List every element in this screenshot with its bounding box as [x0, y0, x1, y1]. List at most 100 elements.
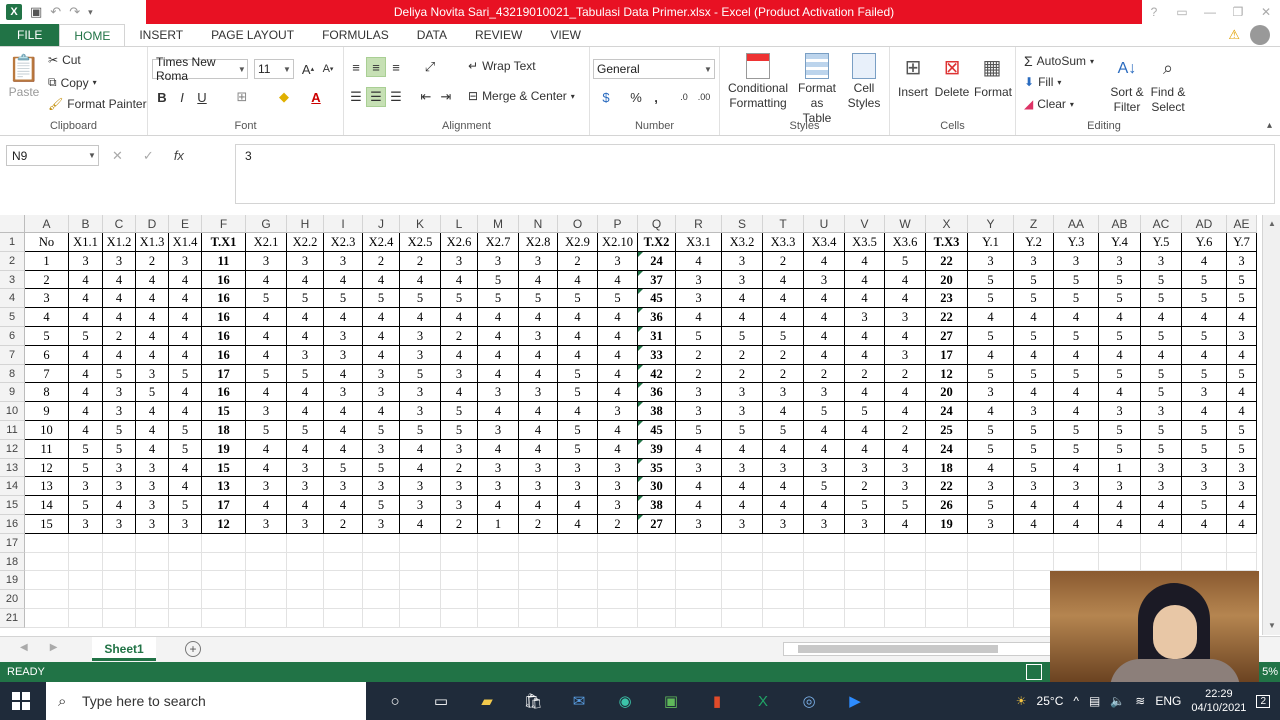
row-header[interactable]: 19 — [0, 571, 25, 591]
cell[interactable]: 5 — [1182, 289, 1227, 309]
taskbar-clock[interactable]: 22:29 04/10/2021 — [1191, 687, 1246, 715]
underline-button[interactable]: U — [192, 87, 212, 107]
cell[interactable]: 5 — [1141, 383, 1182, 403]
cell[interactable] — [69, 608, 103, 628]
cell[interactable]: 5 — [845, 496, 885, 515]
cell[interactable]: 4 — [287, 439, 324, 459]
cell[interactable] — [246, 571, 287, 591]
cell[interactable]: 5 — [1227, 439, 1257, 459]
cell[interactable]: 4 — [845, 326, 885, 346]
cell[interactable]: 3 — [598, 458, 638, 478]
cell[interactable]: 4 — [968, 308, 1014, 327]
cell[interactable]: 3 — [478, 420, 519, 440]
undo-icon[interactable]: ↶ — [50, 4, 61, 20]
customize-qat-icon[interactable]: ▾ — [88, 7, 93, 18]
font-name-select[interactable]: Times New Roma ▼ — [152, 55, 248, 83]
cell[interactable]: 3 — [676, 402, 722, 421]
cell[interactable]: 4 — [968, 345, 1014, 365]
tab-home[interactable]: HOME — [59, 24, 126, 47]
clear-button[interactable]: ◢ Clear ▾ — [1024, 97, 1074, 111]
cell[interactable]: 2 — [722, 364, 763, 384]
cell[interactable]: 3 — [558, 477, 598, 497]
cell[interactable]: 15 — [202, 458, 246, 478]
cell[interactable]: 5 — [558, 364, 598, 384]
fill-button[interactable]: ⬇ Fill ▾ — [1024, 75, 1061, 89]
cell[interactable]: 4 — [1099, 308, 1141, 327]
cell[interactable]: 3 — [804, 270, 845, 290]
cell[interactable]: 5 — [169, 439, 202, 459]
cell[interactable] — [287, 533, 324, 553]
cell[interactable]: 5 — [69, 439, 103, 459]
align-top-icon[interactable]: ≡ — [346, 57, 366, 77]
cell[interactable]: 4 — [1099, 383, 1141, 403]
cell[interactable]: 5 — [1099, 420, 1141, 440]
cell[interactable]: 4 — [478, 496, 519, 515]
cell[interactable]: 4 — [324, 420, 363, 440]
cell[interactable]: 4 — [763, 270, 804, 290]
cell[interactable]: 13 — [25, 477, 69, 497]
cell[interactable]: 3 — [400, 345, 441, 365]
cell[interactable] — [638, 552, 676, 572]
cell[interactable]: 19 — [926, 514, 968, 534]
chrome-icon[interactable]: ◎ — [786, 682, 832, 720]
cell[interactable]: 3 — [478, 383, 519, 403]
cell[interactable]: 7 — [25, 364, 69, 384]
cell[interactable] — [519, 571, 558, 591]
cell[interactable]: 4 — [598, 439, 638, 459]
cell[interactable]: 4 — [169, 477, 202, 497]
cell[interactable] — [246, 552, 287, 572]
cell[interactable]: 36 — [638, 383, 676, 403]
cell[interactable]: 4 — [69, 289, 103, 309]
cell[interactable]: 35 — [638, 458, 676, 478]
cell[interactable] — [968, 571, 1014, 591]
cell[interactable]: 4 — [169, 345, 202, 365]
cell[interactable]: 3 — [246, 514, 287, 534]
cell[interactable]: 4 — [519, 402, 558, 421]
cell[interactable]: 4 — [1182, 251, 1227, 271]
cell[interactable] — [558, 533, 598, 553]
cell[interactable]: 31 — [638, 326, 676, 346]
cell[interactable]: 3 — [400, 326, 441, 346]
cell[interactable]: 5 — [69, 496, 103, 515]
cell[interactable]: 3 — [598, 496, 638, 515]
column-header[interactable]: E — [169, 215, 202, 233]
cell[interactable] — [763, 552, 804, 572]
cell[interactable]: 4 — [845, 270, 885, 290]
cell[interactable]: 5 — [1054, 289, 1099, 309]
cell[interactable]: 3 — [103, 514, 136, 534]
cell[interactable]: 3 — [103, 458, 136, 478]
column-header[interactable]: T — [763, 215, 804, 233]
cell[interactable] — [845, 608, 885, 628]
excel-taskbar-icon[interactable]: X — [740, 682, 786, 720]
cell[interactable] — [25, 552, 69, 572]
cell[interactable]: 5 — [1054, 364, 1099, 384]
cell[interactable]: 5 — [1054, 270, 1099, 290]
cell[interactable]: 3 — [478, 251, 519, 271]
cell[interactable] — [441, 571, 478, 591]
cell[interactable] — [763, 590, 804, 609]
account-avatar-icon[interactable] — [1250, 25, 1270, 45]
cell[interactable] — [558, 590, 598, 609]
cell[interactable]: 4 — [804, 420, 845, 440]
cell[interactable]: X2.10 — [598, 233, 638, 252]
cell[interactable]: 5 — [1141, 420, 1182, 440]
cell[interactable] — [400, 552, 441, 572]
cell[interactable]: 4 — [103, 308, 136, 327]
column-header[interactable]: F — [202, 215, 246, 233]
cell[interactable]: 4 — [363, 345, 400, 365]
green-app-icon[interactable]: ▣ — [648, 682, 694, 720]
cell[interactable] — [478, 608, 519, 628]
cell[interactable]: 5 — [1054, 420, 1099, 440]
cell[interactable]: 3 — [287, 458, 324, 478]
cell[interactable]: 4 — [363, 270, 400, 290]
cell[interactable]: 3 — [598, 402, 638, 421]
cell[interactable] — [441, 552, 478, 572]
language-indicator[interactable]: ENG — [1155, 694, 1181, 708]
cell[interactable]: 4 — [324, 364, 363, 384]
cell[interactable]: 39 — [638, 439, 676, 459]
cell[interactable]: 4 — [169, 326, 202, 346]
format-cells-button[interactable]: ▦ Format — [974, 53, 1012, 100]
row-header[interactable]: 11 — [0, 420, 25, 440]
cell-styles-button[interactable]: Cell Styles — [844, 53, 884, 111]
cell[interactable]: 4 — [1141, 308, 1182, 327]
